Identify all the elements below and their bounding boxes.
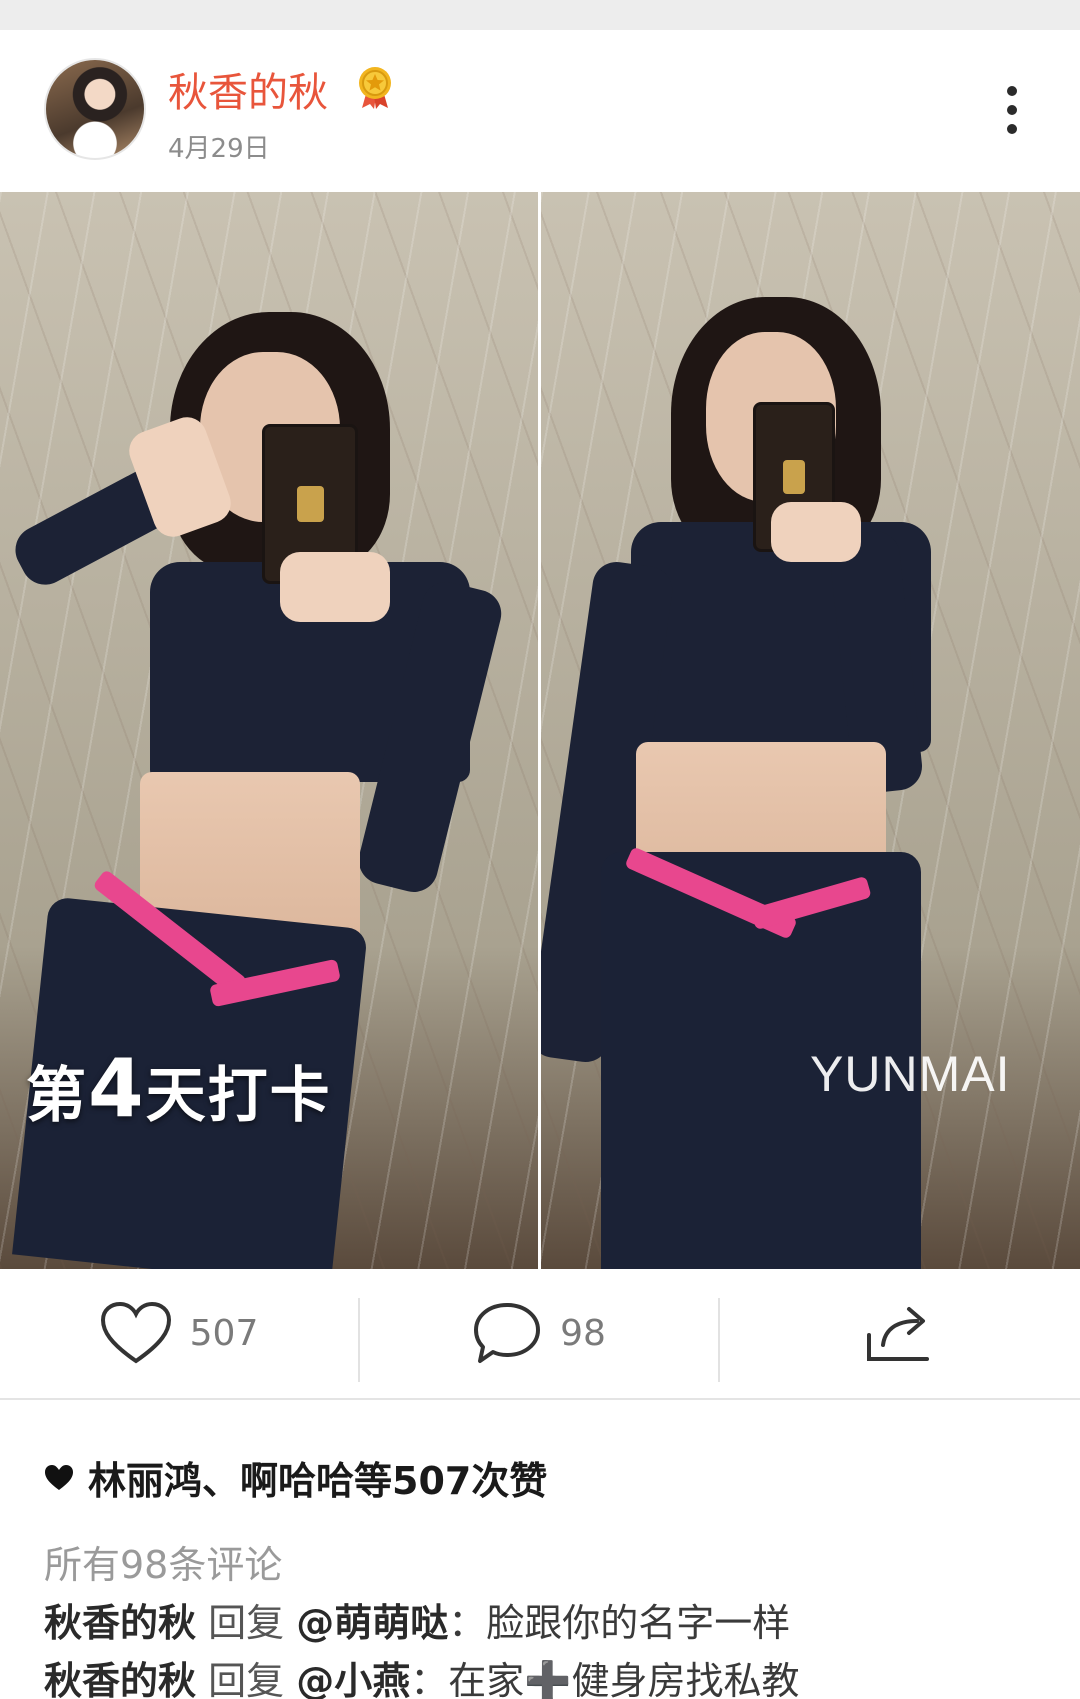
all-comments-link[interactable]: 所有98条评论 — [44, 1534, 282, 1589]
post-header: 秋香的秋 4月29日 — [0, 30, 1080, 188]
photo-caption: 第4天打卡 — [26, 1042, 332, 1135]
comment-item: 秋香的秋 回复 @萌萌哒：脸跟你的名字一样 — [44, 1592, 790, 1647]
like-button[interactable]: 507 — [0, 1270, 358, 1396]
likes-summary-text: 林丽鸿、啊哈哈等507次赞 — [88, 1459, 548, 1503]
dot-icon — [1007, 105, 1017, 115]
share-arrow-icon — [867, 1307, 929, 1361]
speech-bubble-icon — [474, 1303, 541, 1363]
post-actions-bar: 507 98 — [0, 1270, 1080, 1396]
heart-outline-icon — [100, 1301, 171, 1364]
photo-hand — [280, 552, 390, 622]
heart-filled-icon — [45, 1464, 73, 1490]
comment-mention[interactable]: @小燕 — [296, 1659, 410, 1699]
photo-watermark: YUNMAI — [810, 1046, 1011, 1102]
dot-icon — [1007, 124, 1017, 134]
like-count: 507 — [189, 1312, 259, 1354]
comment-item: 秋香的秋 回复 @小燕：在家➕健身房找私教 — [44, 1650, 800, 1699]
gold-medal-icon — [359, 67, 391, 109]
top-gap — [0, 0, 1080, 30]
share-button[interactable] — [720, 1270, 1080, 1396]
username[interactable]: 秋香的秋 — [168, 60, 328, 118]
comment-button[interactable]: 98 — [360, 1270, 718, 1396]
avatar[interactable] — [44, 58, 146, 160]
dot-icon — [1007, 86, 1017, 96]
comment-count: 98 — [560, 1312, 606, 1354]
comment-reply-word: 回复 — [208, 1601, 285, 1645]
comment-text: ：脸跟你的名字一样 — [448, 1601, 791, 1645]
photo-hand — [771, 502, 861, 562]
post-card: 秋香的秋 4月29日 第4天打卡 YUNMAI 507 98 林丽鸿、啊哈哈等5… — [0, 30, 1080, 1699]
post-date: 4月29日 — [168, 134, 270, 164]
post-photo-right[interactable] — [541, 192, 1080, 1269]
section-divider — [0, 1398, 1080, 1400]
comment-mention[interactable]: @萌萌哒 — [296, 1601, 448, 1645]
likes-summary[interactable]: 林丽鸿、啊哈哈等507次赞 — [44, 1450, 547, 1505]
comment-author[interactable]: 秋香的秋 — [44, 1659, 196, 1699]
comment-text: ：在家➕健身房找私教 — [410, 1659, 800, 1699]
more-options-button[interactable] — [990, 80, 1034, 140]
comment-author[interactable]: 秋香的秋 — [44, 1601, 196, 1645]
comment-reply-word: 回复 — [208, 1659, 285, 1699]
